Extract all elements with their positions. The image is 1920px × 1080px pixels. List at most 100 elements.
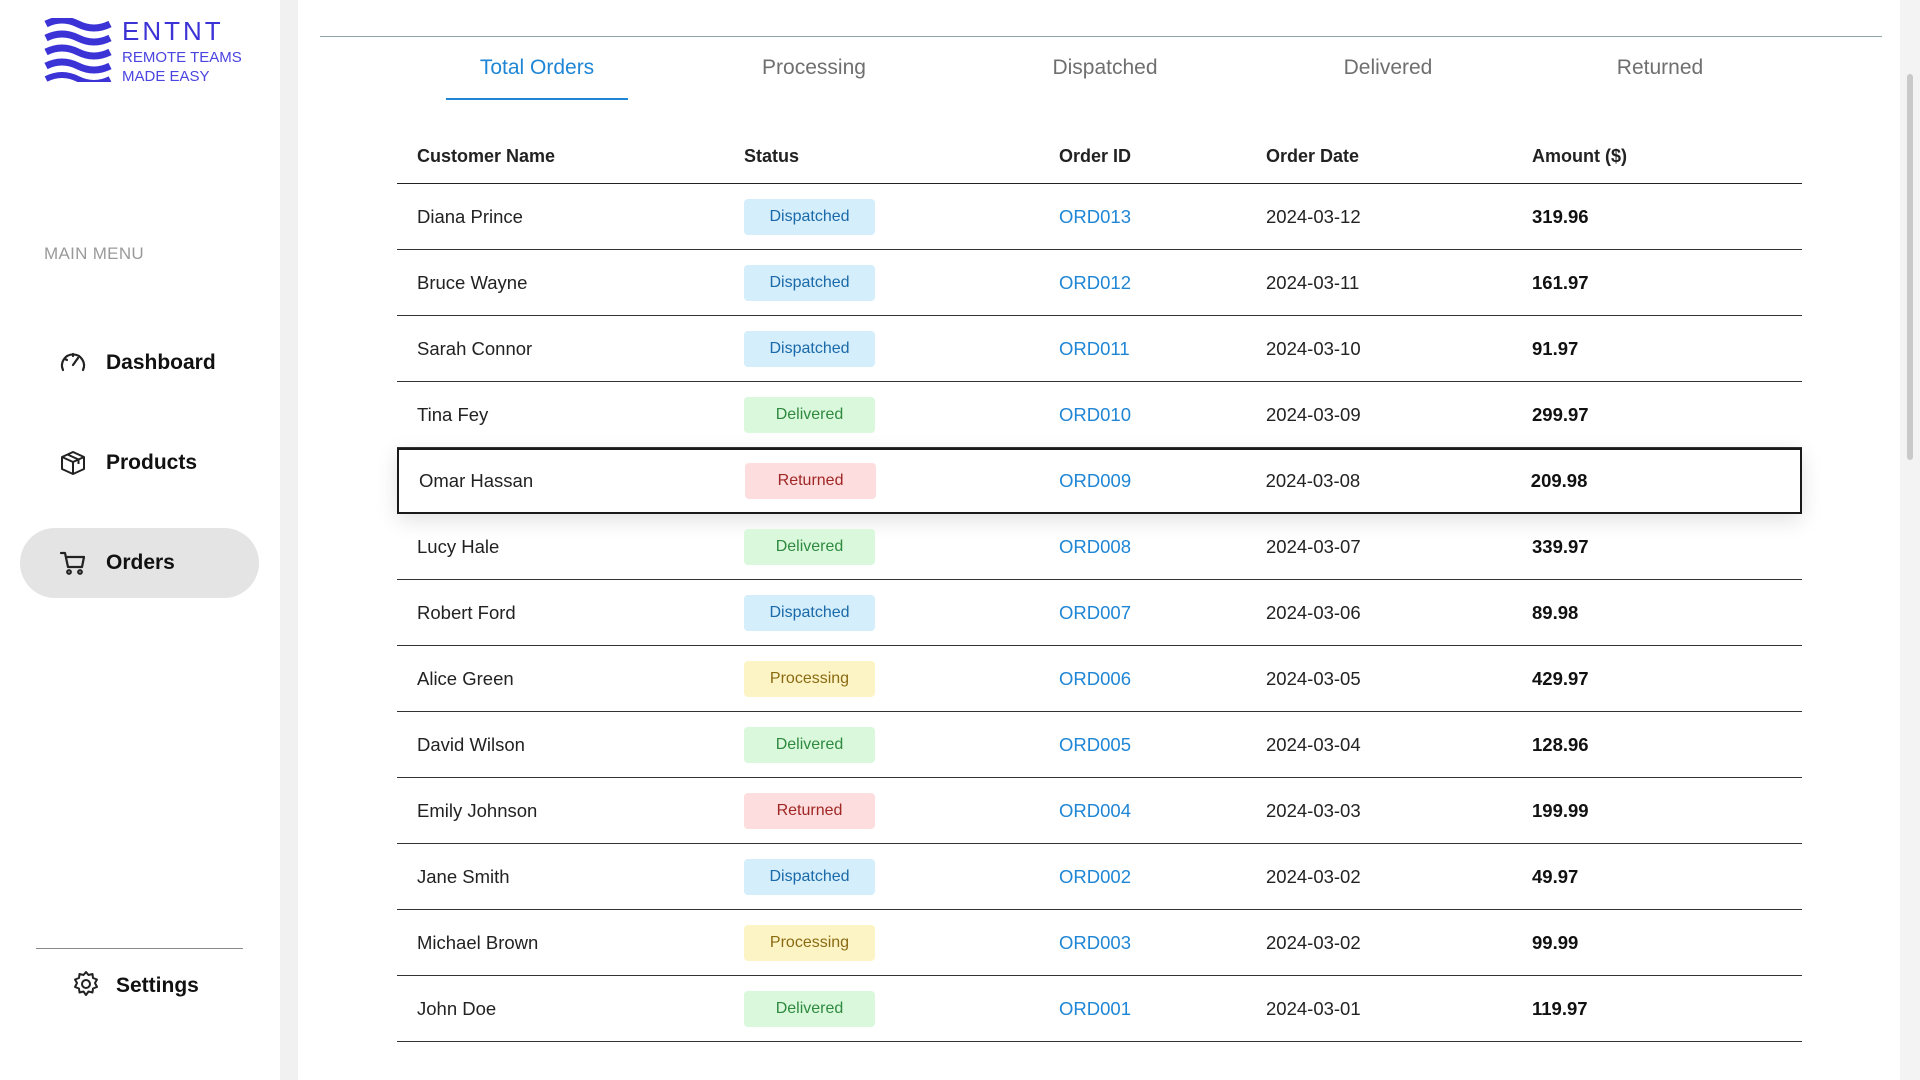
order-amount: 161.97 — [1532, 271, 1589, 293]
order-id-link[interactable]: ORD004 — [1059, 800, 1266, 822]
orders-table: Customer Name Status Order ID Order Date… — [397, 130, 1802, 1042]
order-amount: 429.97 — [1532, 667, 1589, 689]
order-amount: 91.97 — [1532, 337, 1579, 359]
table-row[interactable]: Emily Johnson Returned ORD004 2024-03-03 199… — [397, 778, 1802, 844]
table-row[interactable]: Robert Ford Dispatched ORD007 2024-03-06 89.… — [397, 580, 1802, 646]
column-header-order-id[interactable]: Order ID — [1059, 146, 1266, 167]
order-date: 2024-03-04 — [1266, 733, 1361, 755]
order-id-link[interactable]: ORD009 — [1059, 470, 1265, 492]
table-row[interactable]: Michael Brown Processing ORD003 2024-03-02 9… — [397, 910, 1802, 976]
customer-name: David Wilson — [417, 733, 525, 755]
table-row[interactable]: Alice Green Processing ORD006 2024-03-05 429… — [397, 646, 1802, 712]
order-amount: 299.97 — [1532, 403, 1589, 425]
sidebar-item-dashboard[interactable]: Dashboard — [20, 328, 259, 398]
customer-name: Diana Prince — [417, 205, 523, 227]
status-badge: Processing — [744, 924, 875, 961]
order-date: 2024-03-06 — [1266, 601, 1361, 623]
order-date: 2024-03-08 — [1265, 470, 1361, 491]
order-amount: 128.96 — [1532, 733, 1589, 755]
order-date: 2024-03-11 — [1266, 271, 1360, 293]
sidebar-item-label: Products — [106, 451, 198, 474]
gear-icon — [72, 970, 100, 1003]
app-window: ENTNT REMOTE TEAMS MADE EASY MAIN MENU D… — [0, 0, 1920, 1080]
top-divider — [320, 36, 1882, 37]
order-id-link[interactable]: ORD003 — [1059, 932, 1266, 954]
order-date: 2024-03-02 — [1266, 931, 1361, 953]
status-cell: Dispatched — [744, 858, 1059, 895]
box-icon — [58, 448, 88, 478]
sidebar: ENTNT REMOTE TEAMS MADE EASY MAIN MENU D… — [0, 0, 280, 1080]
sidebar-item-products[interactable]: Products — [20, 428, 259, 498]
order-id-link[interactable]: ORD002 — [1059, 866, 1266, 888]
brand-tagline-1: REMOTE TEAMS — [122, 49, 242, 66]
order-id-link[interactable]: ORD011 — [1059, 338, 1266, 360]
order-amount: 119.97 — [1532, 997, 1588, 1019]
sidebar-item-label: Orders — [106, 551, 175, 574]
column-header-amount[interactable]: Amount ($) — [1532, 146, 1802, 167]
status-cell: Returned — [744, 792, 1059, 829]
table-row[interactable]: Sarah Connor Dispatched ORD011 2024-03-10 91… — [397, 316, 1802, 382]
table-row[interactable]: Jane Smith Dispatched ORD002 2024-03-02 49.9… — [397, 844, 1802, 910]
table-header: Customer Name Status Order ID Order Date… — [397, 130, 1802, 184]
table-row[interactable]: David Wilson Delivered ORD005 2024-03-04 128… — [397, 712, 1802, 778]
customer-name: Sarah Connor — [417, 337, 533, 359]
table-row[interactable]: Omar Hassan Returned ORD009 2024-03-08 209.9… — [397, 448, 1802, 514]
order-date: 2024-03-01 — [1266, 997, 1361, 1019]
order-id-link[interactable]: ORD001 — [1059, 998, 1266, 1020]
order-amount: 209.98 — [1530, 470, 1588, 491]
status-cell: Delivered — [744, 990, 1059, 1027]
order-id-link[interactable]: ORD006 — [1059, 668, 1266, 690]
column-header-status[interactable]: Status — [744, 146, 1059, 167]
order-date: 2024-03-10 — [1266, 337, 1361, 359]
order-amount: 49.97 — [1532, 865, 1579, 887]
order-date: 2024-03-07 — [1266, 535, 1361, 557]
customer-name: Alice Green — [417, 667, 514, 689]
status-badge: Processing — [744, 660, 875, 697]
table-row[interactable]: John Doe Delivered ORD001 2024-03-01 119.97 — [397, 976, 1802, 1042]
gauge-icon — [58, 348, 88, 378]
table-row[interactable]: Lucy Hale Delivered ORD008 2024-03-07 339.97 — [397, 514, 1802, 580]
status-cell: Processing — [744, 660, 1059, 697]
table-row[interactable]: Bruce Wayne Dispatched ORD012 2024-03-11 161… — [397, 250, 1802, 316]
status-badge: Delivered — [744, 528, 875, 565]
order-date: 2024-03-12 — [1266, 205, 1361, 227]
sidebar-item-label: Dashboard — [106, 351, 216, 374]
status-cell: Returned — [745, 463, 1059, 499]
order-id-link[interactable]: ORD010 — [1059, 404, 1266, 426]
scrollbar-thumb[interactable] — [1907, 74, 1913, 460]
status-cell: Dispatched — [744, 330, 1059, 367]
order-id-link[interactable]: ORD008 — [1059, 536, 1266, 558]
brand-logo[interactable]: ENTNT REMOTE TEAMS MADE EASY — [44, 18, 242, 86]
tab-total-orders[interactable]: Total Orders — [446, 56, 628, 100]
status-cell: Delivered — [744, 528, 1059, 565]
table-row[interactable]: Tina Fey Delivered ORD010 2024-03-09 299.97 — [397, 382, 1802, 448]
status-badge: Dispatched — [744, 198, 875, 235]
main-menu-label: MAIN MENU — [44, 244, 144, 263]
wave-logo-icon — [44, 18, 112, 82]
column-header-order-date[interactable]: Order Date — [1266, 146, 1532, 167]
tab-returned[interactable]: Returned — [1580, 56, 1740, 100]
order-id-link[interactable]: ORD012 — [1059, 272, 1266, 294]
order-id-link[interactable]: ORD005 — [1059, 734, 1266, 756]
table-body: Diana Prince Dispatched ORD013 2024-03-12 31… — [397, 184, 1802, 1042]
order-date: 2024-03-05 — [1266, 667, 1361, 689]
status-badge: Dispatched — [744, 330, 875, 367]
customer-name: John Doe — [417, 997, 497, 1019]
order-id-link[interactable]: ORD013 — [1059, 206, 1266, 228]
tab-delivered[interactable]: Delivered — [1308, 56, 1468, 100]
tab-dispatched[interactable]: Dispatched — [1020, 56, 1190, 100]
brand-text: ENTNT REMOTE TEAMS MADE EASY — [122, 18, 242, 86]
sidebar-item-settings[interactable]: Settings — [72, 966, 199, 1006]
column-header-customer[interactable]: Customer Name — [397, 146, 744, 167]
order-date: 2024-03-02 — [1266, 865, 1361, 887]
main-content: Total Orders Processing Dispatched Deliv… — [298, 0, 1900, 1080]
table-row[interactable]: Diana Prince Dispatched ORD013 2024-03-12 31… — [397, 184, 1802, 250]
tab-processing[interactable]: Processing — [728, 56, 900, 100]
customer-name: Robert Ford — [417, 601, 516, 623]
sidebar-divider — [36, 948, 243, 949]
sidebar-item-orders[interactable]: Orders — [20, 528, 259, 598]
order-id-link[interactable]: ORD007 — [1059, 602, 1266, 624]
sidebar-separator — [280, 0, 298, 1080]
customer-name: Bruce Wayne — [417, 271, 528, 293]
page-scrollbar[interactable] — [1900, 0, 1920, 1080]
